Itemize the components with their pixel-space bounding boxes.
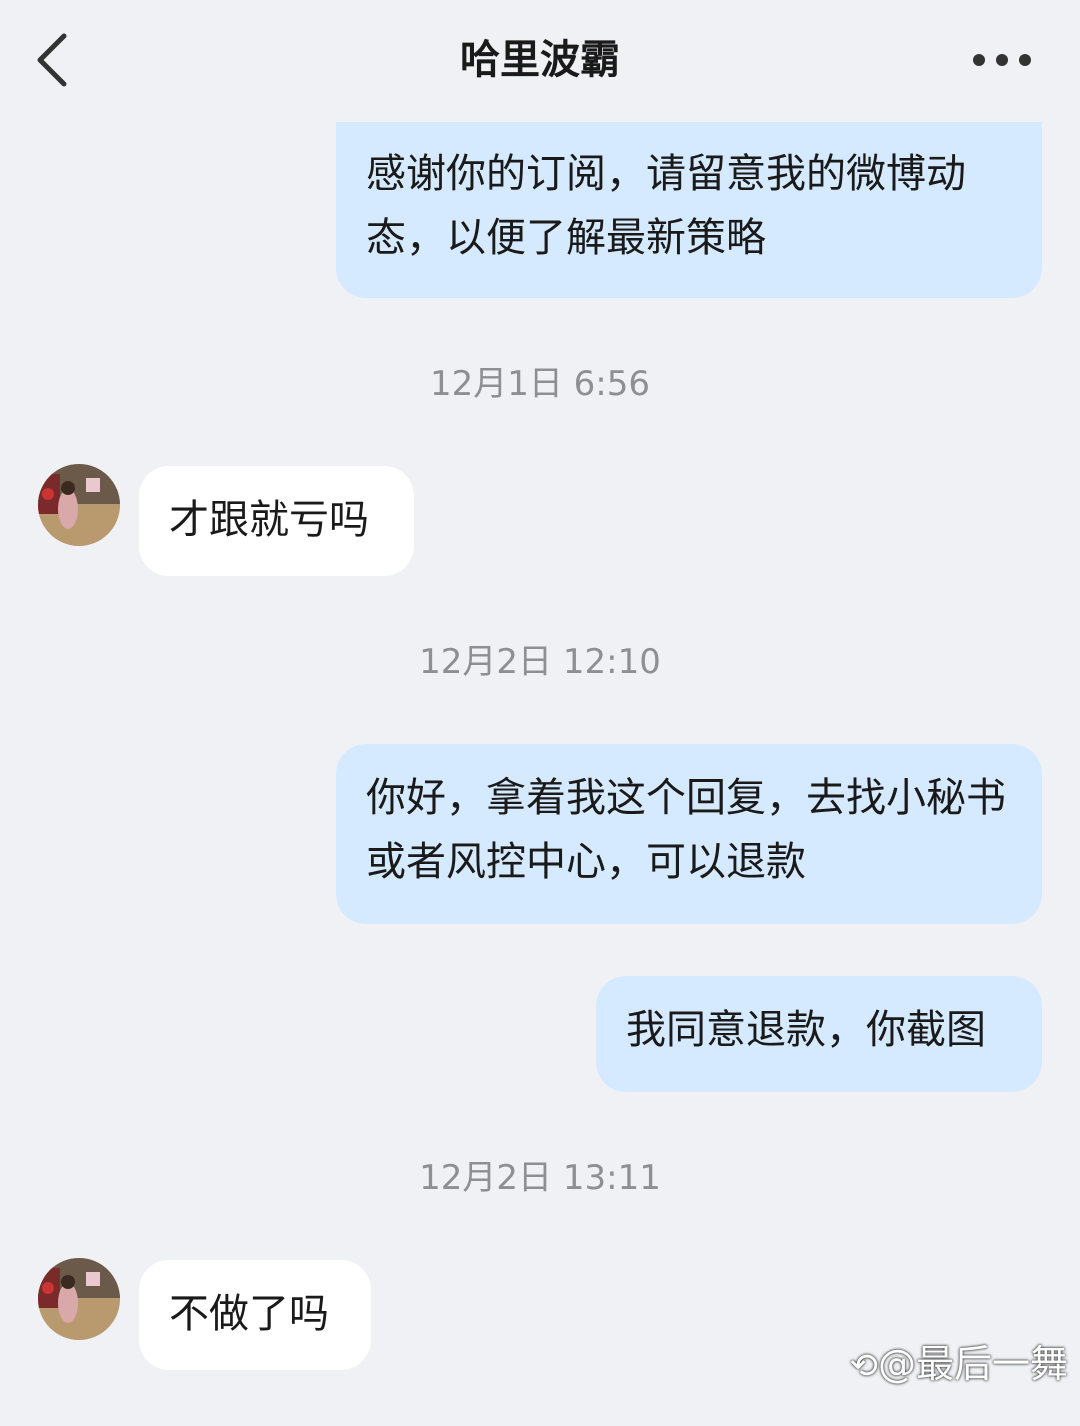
more-dots-icon (973, 54, 1031, 66)
timestamp: 12月1日 6:56 (429, 364, 651, 404)
message-bubble-outgoing[interactable]: 感谢你的订阅，请留意我的微博动态，以便了解最新策略 (336, 122, 1042, 298)
timestamp: 12月2日 13:11 (419, 1158, 661, 1198)
message-bubble-incoming[interactable]: 不做了吗 (139, 1260, 371, 1370)
message-bubble-outgoing[interactable]: 我同意退款，你截图 (596, 976, 1042, 1092)
message-bubble-incoming[interactable]: 才跟就亏吗 (139, 466, 414, 576)
avatar[interactable] (38, 464, 120, 546)
chat-title: 哈里波霸 (460, 37, 620, 83)
avatar[interactable] (38, 1258, 120, 1340)
watermark: ⟲@最后一舞 (849, 1340, 1068, 1390)
chat-header: 哈里波霸 (0, 0, 1080, 120)
more-button[interactable] (972, 40, 1032, 80)
timestamp: 12月2日 12:10 (419, 642, 661, 682)
weibo-icon: ⟲ (849, 1346, 878, 1386)
avatar-image (38, 1258, 120, 1340)
avatar-image (38, 464, 120, 546)
message-bubble-outgoing[interactable]: 你好，拿着我这个回复，去找小秘书或者风控中心，可以退款 (336, 744, 1042, 924)
watermark-text: @最后一舞 (877, 1342, 1068, 1386)
